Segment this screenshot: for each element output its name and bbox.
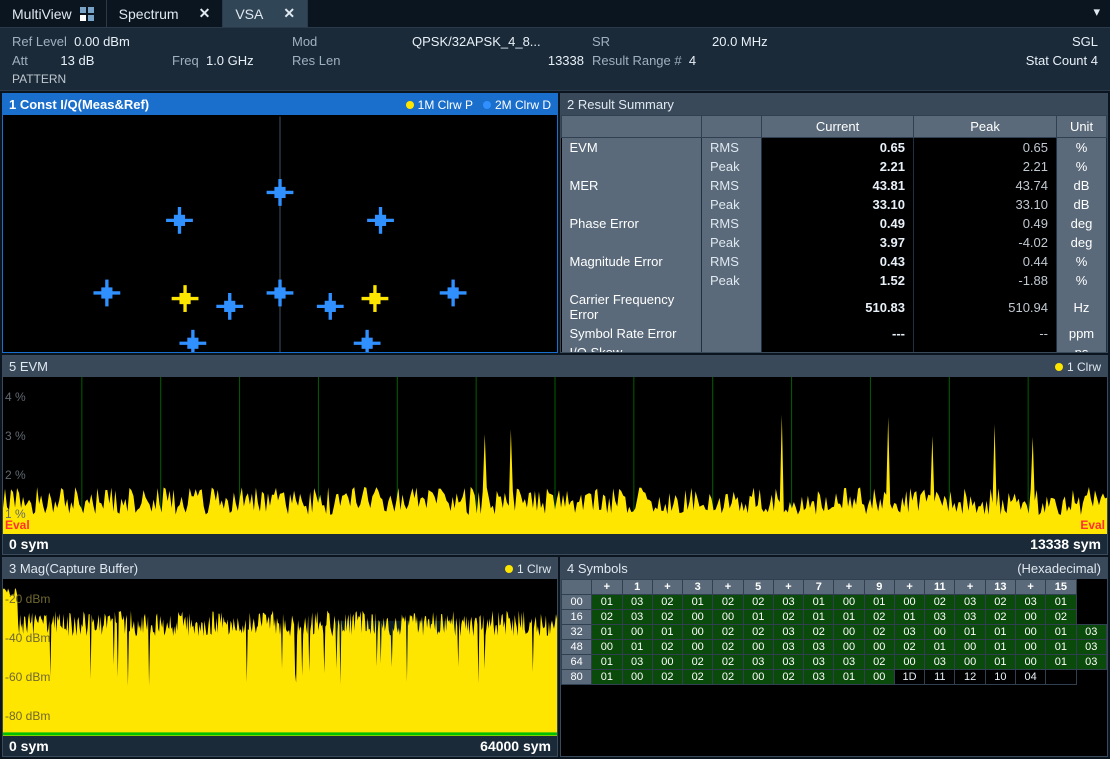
panel-symbols-title-bar: 4 Symbols (Hexadecimal)	[561, 558, 1107, 579]
panel-symbols-title: 4 Symbols	[567, 561, 628, 576]
info-bar: Ref Level 0.00 dBm Mod QPSK/32APSK_4_8..…	[0, 28, 1110, 91]
table-row: Magnitude ErrorRMS0.430.44%	[562, 252, 1107, 271]
reslen-label: Res Len	[292, 53, 340, 68]
panel-constellation[interactable]: 1 Const I/Q(Meas&Ref) 1M Clrw P 2M Clrw …	[2, 93, 558, 353]
col-unit: Unit	[1057, 116, 1107, 138]
ref-level-label: Ref Level	[12, 34, 67, 49]
table-row: Peak1.52-1.88%	[562, 271, 1107, 290]
tab-bar: MultiView Spectrum ✕ VSA ✕ ▾	[0, 0, 1110, 28]
table-row: Peak2.212.21%	[562, 157, 1107, 176]
table-row: 640103000202030303030200030001000103	[562, 655, 1107, 670]
legend-evm: 1 Clrw	[1055, 360, 1101, 374]
table-row: Peak3.97-4.02deg	[562, 233, 1107, 252]
mag-plot[interactable]: -20 dBm -40 dBm -60 dBm -80 dBm	[3, 579, 557, 736]
tab-spectrum-label: Spectrum	[119, 6, 179, 22]
table-row: Symbol Rate Error-----ppm	[562, 324, 1107, 343]
legend-mag: 1 Clrw	[505, 562, 551, 576]
dot-blue-icon	[483, 101, 491, 109]
panel-mag[interactable]: 3 Mag(Capture Buffer) 1 Clrw -20 dBm -40…	[2, 557, 558, 757]
constellation-plot[interactable]	[3, 115, 557, 353]
panel-mag-title-bar: 3 Mag(Capture Buffer) 1 Clrw	[3, 558, 557, 579]
panel-result-title-bar: 2 Result Summary	[561, 94, 1107, 115]
mag-xmax: 64000 sym	[480, 738, 551, 754]
tab-multiview-label: MultiView	[12, 6, 72, 22]
main-grid: 1 Const I/Q(Meas&Ref) 1M Clrw P 2M Clrw …	[0, 91, 1110, 759]
multiview-grid-icon	[80, 7, 94, 21]
panel-evm-title: 5 EVM	[9, 359, 48, 374]
result-range-label: Result Range #	[592, 53, 682, 68]
mod-label: Mod	[292, 34, 317, 49]
panel-evm-title-bar: 5 EVM 1 Clrw	[3, 356, 1107, 377]
close-icon[interactable]: ✕	[283, 5, 295, 22]
legend-item-1: 1M Clrw P	[406, 98, 473, 112]
pattern-indicator: PATTERN	[8, 70, 1102, 90]
table-row: Phase ErrorRMS0.490.49deg	[562, 214, 1107, 233]
tab-overflow-dropdown[interactable]: ▾	[1083, 0, 1110, 27]
evm-xmax: 13338 sym	[1030, 536, 1101, 552]
ref-level-value: 0.00 dBm	[74, 34, 130, 49]
table-row: 1602030200000102010102010303020002	[562, 610, 1107, 625]
panel-result-summary[interactable]: 2 Result Summary Current Peak Unit EVMRM…	[560, 93, 1108, 353]
mod-value: QPSK/32APSK_4_8...	[408, 32, 588, 51]
tab-vsa-label: VSA	[235, 6, 263, 22]
freq-value: 1.0 GHz	[206, 53, 254, 68]
mag-xmin: 0 sym	[9, 738, 49, 754]
panel-symbols[interactable]: 4 Symbols (Hexadecimal) +1+3+5+7+9+11+13…	[560, 557, 1108, 757]
result-summary-table: Current Peak Unit EVMRMS0.650.65%Peak2.2…	[561, 115, 1107, 352]
sr-value: 20.0 MHz	[708, 32, 908, 51]
panel-result-title: 2 Result Summary	[567, 97, 674, 112]
panel-evm[interactable]: 5 EVM 1 Clrw 4 % 3 % 2 % 1 % Eval Eval 0…	[2, 355, 1108, 555]
table-row: Carrier Frequency Error510.83510.94Hz	[562, 290, 1107, 324]
eval-tag-left: Eval	[5, 518, 30, 532]
dot-yellow-icon	[1055, 363, 1063, 371]
tab-vsa[interactable]: VSA ✕	[223, 0, 308, 27]
legend-item-2: 2M Clrw D	[483, 98, 551, 112]
dot-yellow-icon	[406, 101, 414, 109]
stat-count: Stat Count 4	[908, 51, 1102, 70]
evm-plot[interactable]: 4 % 3 % 2 % 1 % Eval Eval	[3, 377, 1107, 534]
tab-spectrum[interactable]: Spectrum ✕	[107, 0, 224, 27]
table-row: 320100010002020302000203000101000103	[562, 625, 1107, 640]
att-value: 13 dB	[60, 53, 94, 68]
freq-label: Freq	[172, 53, 199, 68]
table-row: Peak33.1033.10dB	[562, 195, 1107, 214]
tab-multiview[interactable]: MultiView	[0, 0, 107, 27]
att-label: Att	[12, 53, 28, 68]
table-row: 80010002020200020301001D11121004	[562, 670, 1107, 685]
symbols-format: (Hexadecimal)	[1017, 561, 1101, 576]
mag-footer: 0 sym 64000 sym	[3, 736, 557, 756]
table-row: MERRMS43.8143.74dB	[562, 176, 1107, 195]
evm-footer: 0 sym 13338 sym	[3, 534, 1107, 554]
close-icon[interactable]: ✕	[199, 5, 211, 22]
panel-constellation-title-bar: 1 Const I/Q(Meas&Ref) 1M Clrw P 2M Clrw …	[3, 94, 557, 115]
col-peak: Peak	[914, 116, 1057, 138]
col-current: Current	[762, 116, 914, 138]
panel-constellation-title: 1 Const I/Q(Meas&Ref)	[9, 97, 149, 112]
dot-yellow-icon	[505, 565, 513, 573]
table-row: EVMRMS0.650.65%	[562, 138, 1107, 158]
evm-xmin: 0 sym	[9, 536, 49, 552]
sr-label: SR	[592, 34, 610, 49]
result-range-value: 4	[689, 53, 696, 68]
eval-tag-right: Eval	[1080, 518, 1105, 532]
sgl-indicator: SGL	[908, 32, 1102, 51]
reslen-value: 13338	[408, 51, 588, 70]
symbols-table[interactable]: +1+3+5+7+9+11+13+15 00010302010202030100…	[561, 579, 1107, 756]
panel-mag-title: 3 Mag(Capture Buffer)	[9, 561, 138, 576]
table-row: 0001030201020203010001000203020301	[562, 595, 1107, 610]
table-row: 480001020002000303000002010001000103	[562, 640, 1107, 655]
table-row: I/Q Skew-----ps	[562, 343, 1107, 352]
